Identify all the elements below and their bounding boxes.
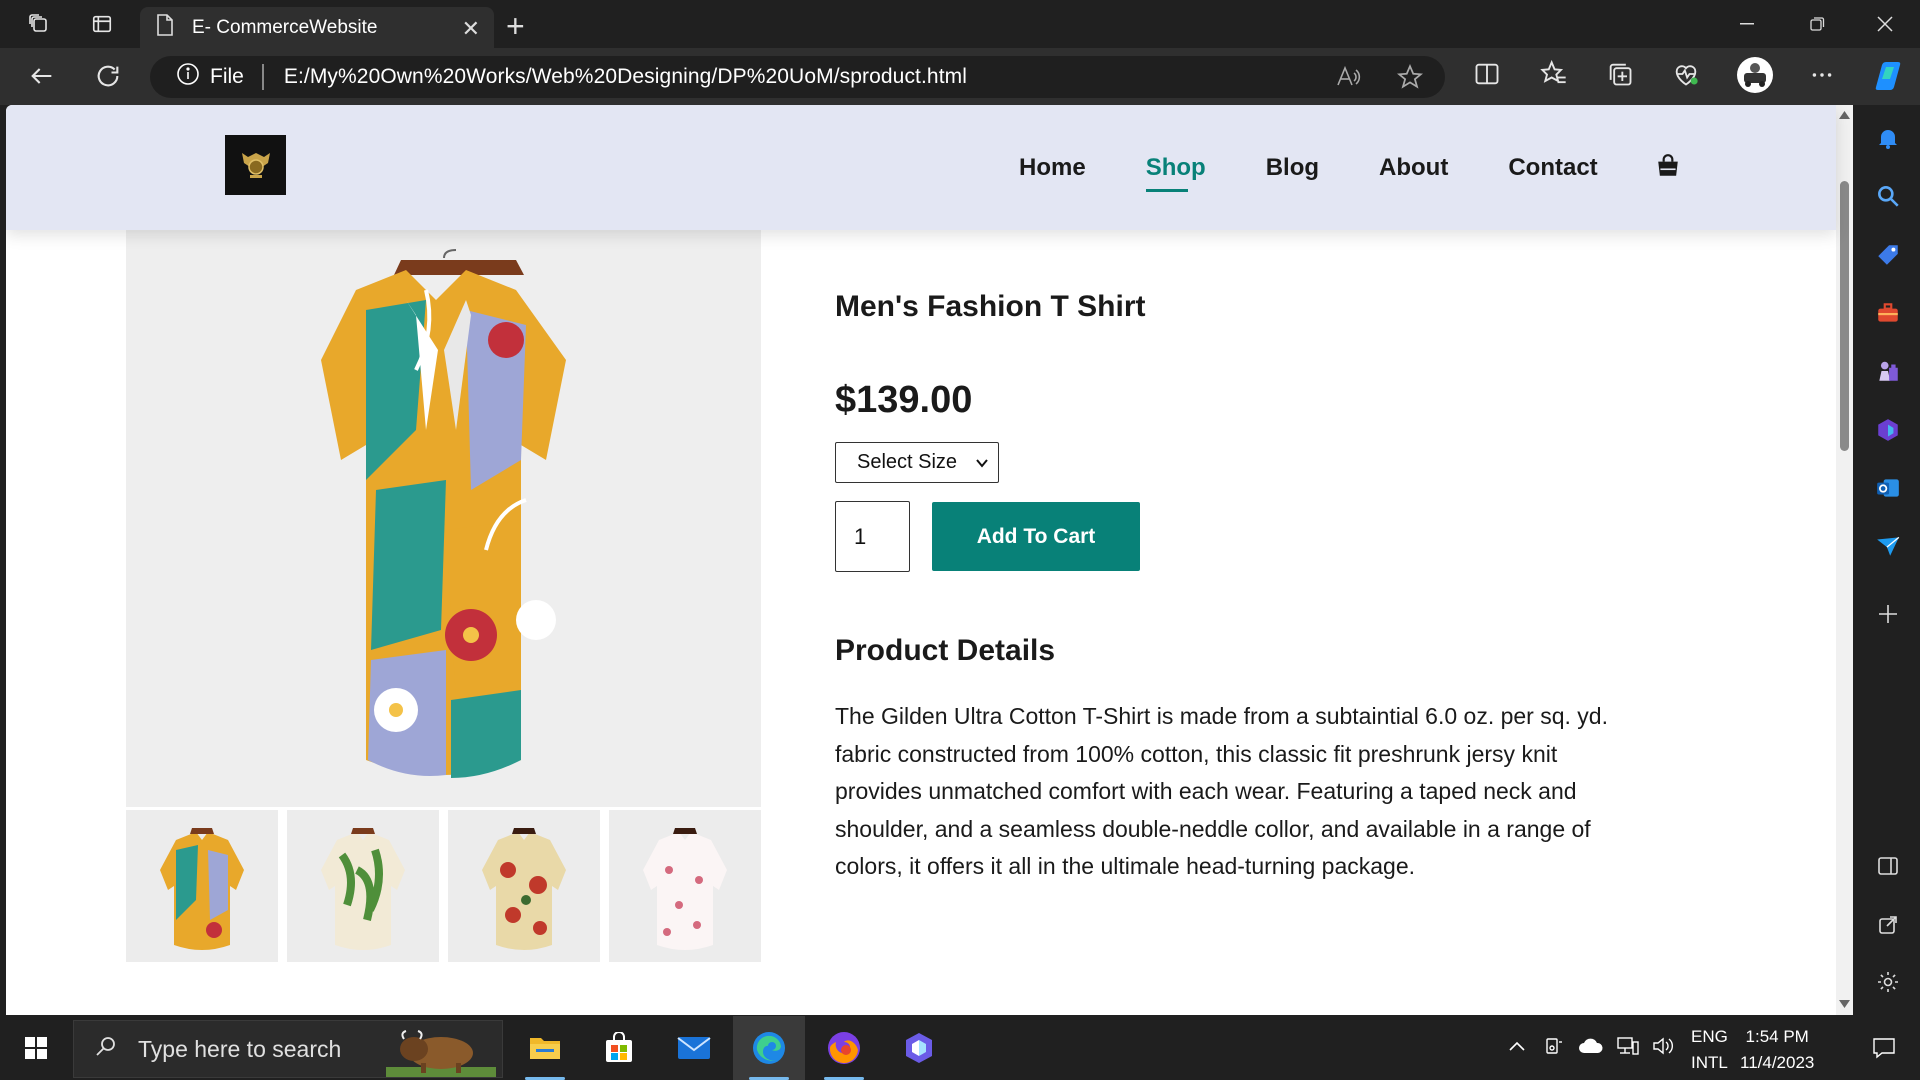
page-viewport: Home Shop Blog About Contact Men's Fashi… xyxy=(6,105,1853,1015)
search-placeholder: Type here to search xyxy=(138,1035,342,1062)
thumbnail-gallery xyxy=(126,810,761,962)
url-text[interactable]: E:/My%20Own%20Works/Web%20Designing/DP%2… xyxy=(284,65,967,89)
collections-icon[interactable] xyxy=(1606,60,1634,93)
clock-date: 11/4/2023 xyxy=(1740,1053,1815,1072)
chevron-down-icon xyxy=(974,454,990,477)
nav-shop[interactable]: Shop xyxy=(1145,154,1206,192)
more-options-icon[interactable] xyxy=(1809,62,1835,93)
tab-active[interactable]: E- CommerceWebsite ✕ xyxy=(140,7,494,48)
copilot-icon[interactable] xyxy=(1868,57,1906,100)
tab-actions-icon[interactable] xyxy=(76,0,128,48)
language-indicator[interactable]: ENG INTL xyxy=(1691,1024,1728,1076)
notification-bell-icon[interactable] xyxy=(1873,123,1903,153)
restore-icon[interactable] xyxy=(1782,0,1852,48)
scrollbar-thumb[interactable] xyxy=(1840,181,1849,451)
nav-about[interactable]: About xyxy=(1379,154,1448,182)
windows-taskbar: Type here to search ENG INTL 1:54 PM 11/… xyxy=(0,1016,1920,1080)
quantity-input[interactable]: 1 xyxy=(835,501,910,572)
favorite-star-icon[interactable] xyxy=(1396,63,1424,96)
edge-browser-icon[interactable] xyxy=(733,1016,805,1080)
main-product-image xyxy=(126,230,761,807)
bison-illustration-icon xyxy=(386,1023,496,1077)
favorites-icon[interactable] xyxy=(1540,59,1568,93)
thumbnail-2[interactable] xyxy=(287,810,439,962)
keyboard-layout: INTL xyxy=(1691,1053,1728,1072)
nav-blog[interactable]: Blog xyxy=(1266,154,1319,182)
close-tab-icon[interactable]: ✕ xyxy=(462,16,480,42)
address-separator xyxy=(261,64,264,90)
shopping-bag-icon[interactable] xyxy=(1655,153,1681,184)
page-scrollbar[interactable] xyxy=(1836,105,1853,1015)
firefox-icon[interactable] xyxy=(808,1016,880,1080)
add-to-cart-button[interactable]: Add To Cart xyxy=(932,502,1140,571)
clock-time: 1:54 PM xyxy=(1745,1027,1809,1046)
new-tab-icon[interactable]: + xyxy=(506,8,525,45)
nav-contact[interactable]: Contact xyxy=(1508,154,1597,182)
microsoft365-icon[interactable] xyxy=(1873,415,1903,445)
workspaces-icon[interactable] xyxy=(13,0,65,48)
size-select-value: Select Size xyxy=(857,451,958,473)
size-select[interactable]: Select Size xyxy=(835,442,999,483)
app-hexagon-icon[interactable] xyxy=(883,1016,955,1080)
system-tray xyxy=(1508,1016,1674,1080)
document-icon xyxy=(156,13,174,42)
outlook-icon[interactable] xyxy=(1873,473,1903,503)
sidebar-toggle-icon[interactable] xyxy=(1873,851,1903,881)
product-description: The Gilden Ultra Cotton T-Shirt is made … xyxy=(835,703,1608,879)
thumbnail-3[interactable] xyxy=(448,810,600,962)
microsoft-store-icon[interactable] xyxy=(583,1016,655,1080)
site-logo[interactable] xyxy=(225,135,286,195)
site-header: Home Shop Blog About Contact xyxy=(6,105,1836,230)
info-icon[interactable] xyxy=(176,62,200,92)
profile-avatar[interactable] xyxy=(1736,56,1774,99)
back-icon[interactable] xyxy=(28,62,56,95)
nav-home[interactable]: Home xyxy=(1019,154,1086,182)
read-aloud-icon[interactable] xyxy=(1335,64,1361,96)
main-nav: Home Shop Blog About Contact xyxy=(1019,105,1658,230)
search-icon xyxy=(94,1034,118,1064)
settings-gear-icon[interactable] xyxy=(1873,967,1903,997)
windows-start-icon[interactable] xyxy=(0,1016,72,1080)
product-details: Men's Fashion T Shirt $139.00 Select Siz… xyxy=(835,290,1635,886)
show-hidden-icons-chevron-icon[interactable] xyxy=(1508,1039,1526,1057)
mail-icon[interactable] xyxy=(658,1016,730,1080)
thumbnail-4[interactable] xyxy=(609,810,761,962)
send-icon[interactable] xyxy=(1873,531,1903,561)
notification-center-icon[interactable] xyxy=(1848,1016,1920,1080)
add-icon[interactable] xyxy=(1873,599,1903,629)
address-prefix: File xyxy=(210,65,244,88)
product-title: Men's Fashion T Shirt xyxy=(835,290,1146,323)
external-link-icon[interactable] xyxy=(1873,910,1903,940)
product-price: $139.00 xyxy=(835,379,973,421)
browser-toolbar: File E:/My%20Own%20Works/Web%20Designing… xyxy=(0,48,1920,105)
refresh-icon[interactable] xyxy=(94,62,122,95)
minimize-icon[interactable] xyxy=(1712,0,1782,48)
network-icon[interactable] xyxy=(1616,1035,1640,1062)
thumbnail-1[interactable] xyxy=(126,810,278,962)
volume-icon[interactable] xyxy=(1652,1036,1674,1061)
scroll-up-icon xyxy=(1839,111,1850,119)
language-code: ENG xyxy=(1691,1027,1728,1046)
onedrive-cloud-icon[interactable] xyxy=(1578,1037,1604,1060)
browser-essentials-icon[interactable] xyxy=(1672,60,1700,93)
address-bar[interactable]: File E:/My%20Own%20Works/Web%20Designing… xyxy=(150,56,1445,98)
file-explorer-icon[interactable] xyxy=(509,1016,581,1080)
tools-icon[interactable] xyxy=(1873,298,1903,328)
browser-titlebar: E- CommerceWebsite ✕ + xyxy=(0,0,1920,48)
shopping-tag-icon[interactable] xyxy=(1873,240,1903,270)
product-details-heading: Product Details xyxy=(835,634,1056,667)
edge-sidebar xyxy=(1855,105,1920,1015)
taskbar-clock[interactable]: 1:54 PM 11/4/2023 xyxy=(1740,1024,1814,1076)
meet-now-icon[interactable] xyxy=(1544,1036,1564,1061)
search-icon[interactable] xyxy=(1873,181,1903,211)
quantity-row: 1 Add To Cart xyxy=(835,501,1635,572)
split-screen-icon[interactable] xyxy=(1473,60,1501,93)
taskbar-search[interactable]: Type here to search xyxy=(73,1020,503,1078)
games-icon[interactable] xyxy=(1873,356,1903,386)
scroll-down-icon xyxy=(1839,1000,1850,1008)
close-window-icon[interactable] xyxy=(1850,0,1920,48)
tab-title: E- CommerceWebsite xyxy=(192,16,378,38)
